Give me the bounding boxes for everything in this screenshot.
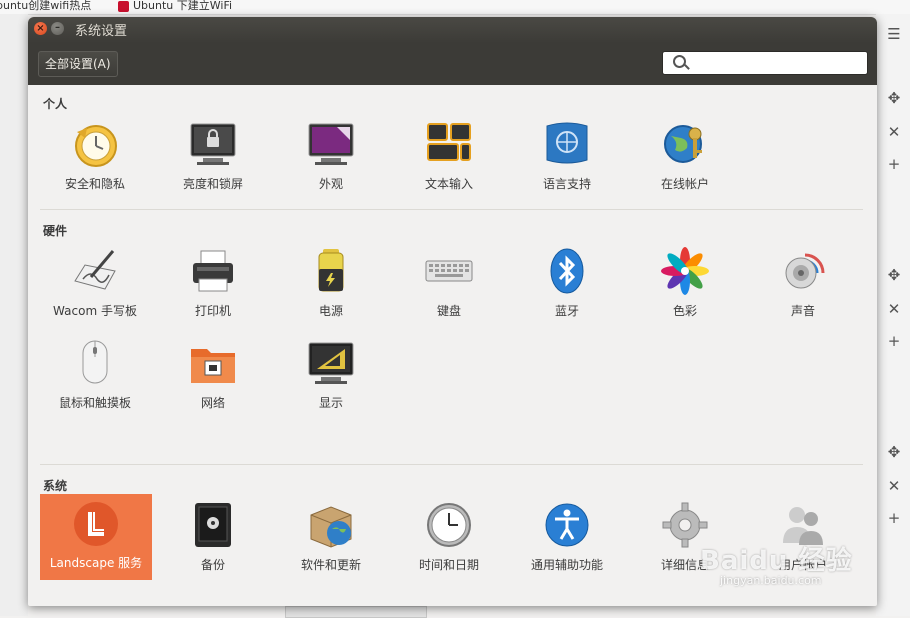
settings-item-sound[interactable]: 声音	[744, 247, 862, 331]
move-icon[interactable]: ✥	[886, 267, 902, 283]
settings-item-label: 键盘	[436, 304, 461, 318]
search-box[interactable]	[662, 51, 868, 75]
close-icon[interactable]: ✕	[886, 124, 902, 140]
landscape-icon	[74, 502, 118, 546]
color-icon	[661, 247, 709, 295]
settings-item-wacom-tablet[interactable]: Wacom 手写板	[36, 247, 154, 331]
settings-item-power[interactable]: 电源	[272, 247, 390, 331]
settings-item-time-date[interactable]: 时间和日期	[390, 501, 508, 585]
settings-item-label: 软件和更新	[300, 558, 361, 572]
background-tab[interactable]: Ubuntu 下建立WiFi	[118, 0, 232, 13]
settings-item-label: 电源	[318, 304, 343, 318]
backup-icon	[195, 503, 231, 547]
close-icon[interactable]: ✕	[886, 478, 902, 494]
background-left-area	[0, 14, 28, 616]
move-icon[interactable]: ✥	[886, 444, 902, 460]
mouse-touchpad-icon	[82, 340, 108, 384]
settings-item-universal-access[interactable]: 通用辅助功能	[508, 501, 626, 585]
settings-item-label: 声音	[790, 304, 815, 318]
printer-icon	[193, 250, 233, 292]
settings-item-label: 文本输入	[424, 177, 473, 191]
section-divider	[40, 209, 863, 210]
universal-access-icon	[545, 503, 589, 547]
settings-item-label: 网络	[200, 396, 225, 410]
background-tab[interactable]: buntu创建wifi热点	[0, 0, 91, 13]
settings-item-label: Wacom 手写板	[53, 304, 137, 318]
settings-item-label: 鼠标和触摸板	[58, 396, 131, 410]
system-settings-window: × – 系统设置 全部设置(A) 个人 安全和隐私 亮度和锁屏 外观 文本输入 …	[28, 17, 877, 606]
background-bottom-tab	[285, 606, 427, 618]
all-settings-button[interactable]: 全部设置(A)	[38, 51, 118, 77]
settings-item-display[interactable]: 显示	[272, 339, 390, 423]
move-icon[interactable]: ✥	[886, 90, 902, 106]
settings-item-label: 蓝牙	[554, 304, 579, 318]
watermark: Baidu 经验	[700, 546, 853, 576]
text-entry-icon	[427, 123, 471, 161]
wacom-tablet-icon	[74, 250, 116, 290]
settings-item-bluetooth[interactable]: 蓝牙	[508, 247, 626, 331]
settings-item-network[interactable]: 网络	[154, 339, 272, 423]
settings-item-label: 色彩	[672, 304, 697, 318]
language-support-icon	[546, 122, 588, 164]
appearance-icon	[308, 123, 354, 165]
settings-item-label: 时间和日期	[418, 558, 479, 572]
background-browser-tabs: buntu创建wifi热点 Ubuntu 下建立WiFi	[0, 0, 910, 15]
window-close-button[interactable]: ×	[34, 22, 47, 35]
network-icon	[191, 349, 235, 383]
security-privacy-icon	[75, 125, 117, 167]
bluetooth-icon	[550, 248, 584, 294]
settings-item-printer[interactable]: 打印机	[154, 247, 272, 331]
background-side-toolbar: ☰ ✥ ✕ + ✥ ✕ + ✥ ✕ +	[876, 14, 910, 616]
settings-item-label: 语言支持	[542, 177, 591, 191]
settings-item-backup[interactable]: 备份	[154, 501, 272, 585]
settings-item-language-support[interactable]: 语言支持	[508, 120, 626, 204]
sound-icon	[785, 253, 825, 289]
close-icon[interactable]: ✕	[886, 301, 902, 317]
list-icon[interactable]: ☰	[886, 26, 902, 42]
time-date-icon	[427, 503, 471, 547]
settings-item-brightness-lock[interactable]: 亮度和锁屏	[154, 120, 272, 204]
settings-item-online-accounts[interactable]: 在线帐户	[626, 120, 744, 204]
add-icon[interactable]: +	[886, 333, 902, 349]
settings-item-label: 外观	[318, 177, 343, 191]
toolbar: 全部设置(A)	[28, 43, 877, 85]
section-divider	[40, 464, 863, 465]
display-icon	[308, 342, 354, 384]
online-accounts-icon	[664, 125, 702, 163]
search-icon	[673, 55, 686, 68]
section-title-system: 系统	[43, 479, 68, 493]
search-input[interactable]	[691, 54, 865, 72]
settings-item-label: 在线帐户	[660, 177, 709, 191]
keyboard-icon	[425, 260, 473, 282]
power-icon	[318, 249, 344, 292]
add-icon[interactable]: +	[886, 156, 902, 172]
settings-item-label: 打印机	[194, 304, 231, 318]
watermark-url: jingyan.baidu.com	[720, 574, 822, 587]
settings-item-keyboard[interactable]: 键盘	[390, 247, 508, 331]
settings-item-software-updates[interactable]: 软件和更新	[272, 501, 390, 585]
settings-item-landscape[interactable]: Landscape 服务	[40, 494, 152, 580]
settings-item-label: 通用辅助功能	[530, 558, 603, 572]
settings-item-label: 显示	[318, 396, 343, 410]
software-updates-icon	[310, 506, 352, 548]
section-title-hardware: 硬件	[43, 224, 68, 238]
settings-item-color[interactable]: 色彩	[626, 247, 744, 331]
add-icon[interactable]: +	[886, 510, 902, 526]
favicon-icon	[118, 0, 129, 12]
settings-item-mouse-touchpad[interactable]: 鼠标和触摸板	[36, 339, 154, 423]
settings-item-appearance[interactable]: 外观	[272, 120, 390, 204]
settings-item-label: 备份	[200, 558, 225, 572]
settings-item-label: Landscape 服务	[49, 556, 143, 570]
brightness-lock-icon	[190, 123, 236, 165]
settings-item-text-entry[interactable]: 文本输入	[390, 120, 508, 204]
settings-item-label: 亮度和锁屏	[182, 177, 243, 191]
settings-item-security-privacy[interactable]: 安全和隐私	[36, 120, 154, 204]
settings-item-label: 安全和隐私	[64, 177, 125, 191]
window-minimize-button[interactable]: –	[51, 22, 64, 35]
section-title-personal: 个人	[43, 97, 68, 111]
window-title: 系统设置	[75, 24, 128, 39]
title-bar: × – 系统设置	[28, 17, 877, 43]
